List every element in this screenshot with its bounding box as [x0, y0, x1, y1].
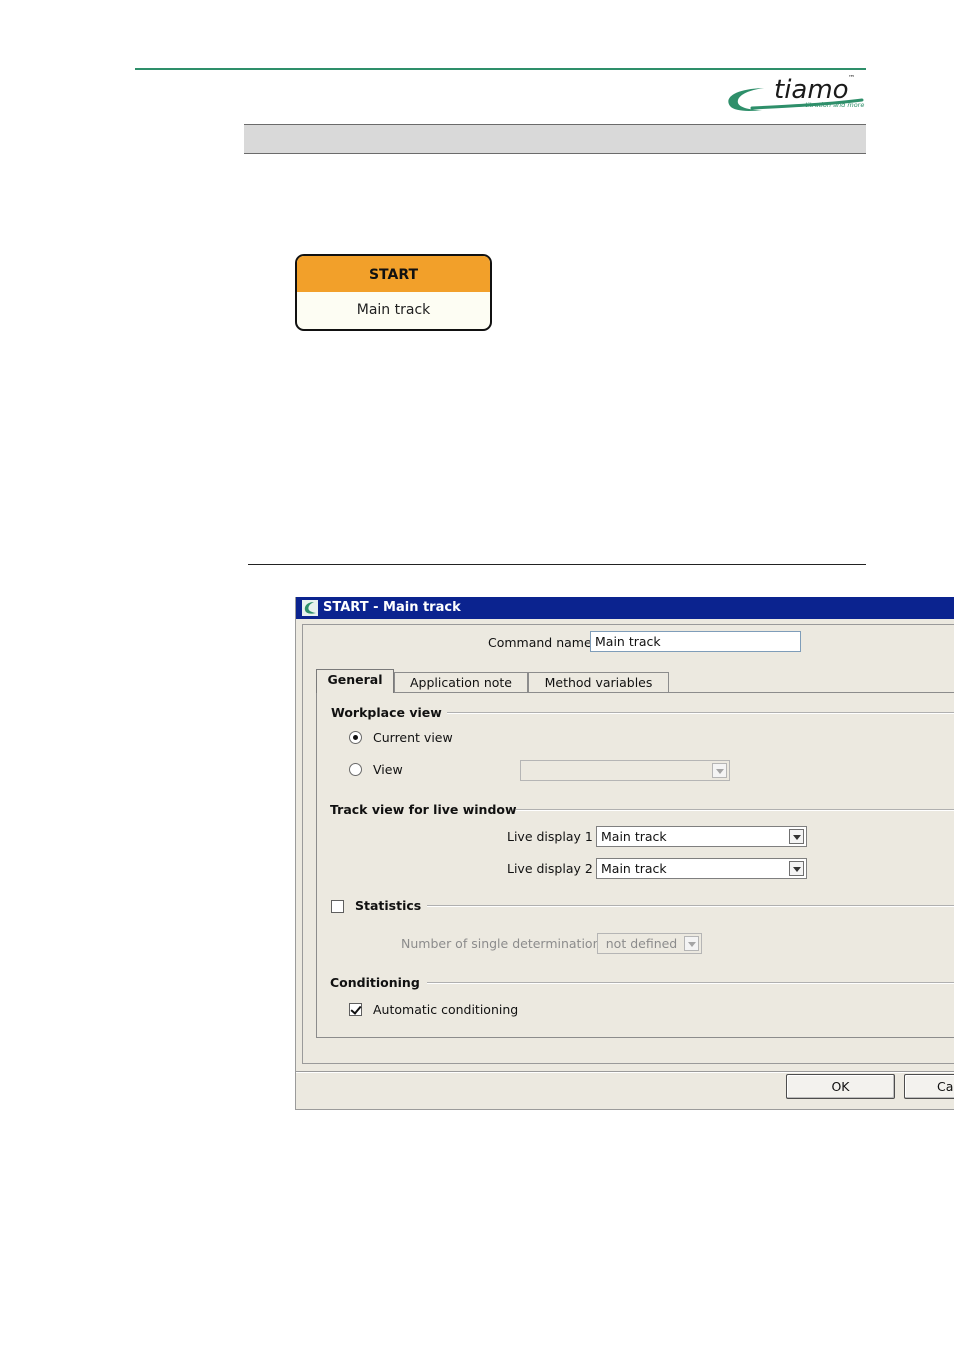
live-display-2-value: Main track	[601, 861, 667, 876]
track-view-divider	[516, 809, 954, 811]
live-display-1-label: Live display 1	[507, 829, 593, 844]
statistics-divider	[427, 905, 954, 907]
chevron-down-icon[interactable]	[789, 861, 804, 876]
automatic-conditioning-checkbox[interactable]	[349, 1003, 362, 1016]
automatic-conditioning-label: Automatic conditioning	[373, 1002, 519, 1017]
live-display-2-select[interactable]: Main track	[596, 858, 807, 879]
conditioning-divider	[427, 982, 954, 984]
button-bar-separator	[296, 1071, 954, 1073]
tab-general[interactable]: General	[316, 669, 394, 693]
workplace-view-heading: Workplace view	[331, 705, 442, 720]
chevron-down-icon[interactable]	[684, 936, 699, 951]
workplace-view-divider	[447, 712, 954, 714]
section-header-bar	[244, 124, 866, 154]
chevron-down-icon[interactable]	[789, 829, 804, 844]
view-label: View	[373, 762, 403, 777]
single-determinations-select[interactable]: not defined	[597, 933, 702, 954]
start-node-label: Main track	[356, 302, 431, 318]
view-radio[interactable]	[349, 763, 362, 776]
command-name-field[interactable]: Main track	[590, 631, 801, 652]
tiamo-app-icon	[302, 600, 318, 616]
track-view-heading: Track view for live window	[330, 802, 517, 817]
conditioning-heading: Conditioning	[330, 975, 420, 990]
general-tab-panel: Workplace view Current view View Track v…	[316, 692, 954, 1038]
start-dialog: START - Main track Command name Main tra…	[295, 597, 954, 1110]
logo-trademark: ™	[848, 74, 855, 82]
tab-application-note[interactable]: Application note	[394, 672, 528, 693]
dialog-client-area: Command name Main track General Applicat…	[302, 624, 954, 1064]
live-display-1-value: Main track	[601, 829, 667, 844]
statistics-label: Statistics	[355, 898, 422, 913]
current-view-label: Current view	[373, 730, 453, 745]
view-select[interactable]	[520, 760, 730, 781]
chevron-down-icon[interactable]	[712, 763, 727, 778]
start-node-title: START	[297, 256, 490, 292]
live-display-1-select[interactable]: Main track	[596, 826, 807, 847]
header-rule	[135, 68, 866, 70]
statistics-checkbox[interactable]	[331, 900, 344, 913]
command-name-label: Command name	[488, 635, 592, 650]
dialog-title: START - Main track	[323, 600, 461, 615]
tiamo-logo: tiamo ™ titration and more	[722, 72, 868, 116]
single-determinations-value: not defined	[605, 936, 678, 951]
cancel-button[interactable]: Cancel	[904, 1074, 954, 1099]
single-determinations-label: Number of single determinations	[401, 936, 608, 951]
current-view-radio[interactable]	[349, 731, 362, 744]
section-divider	[248, 564, 866, 565]
dialog-titlebar[interactable]: START - Main track	[296, 597, 954, 619]
live-display-2-label: Live display 2	[507, 861, 593, 876]
logo-tagline: titration and more	[805, 101, 864, 109]
ok-button[interactable]: OK	[786, 1074, 895, 1099]
tab-method-variables[interactable]: Method variables	[528, 672, 669, 693]
start-command-node: START Main track	[295, 254, 492, 331]
